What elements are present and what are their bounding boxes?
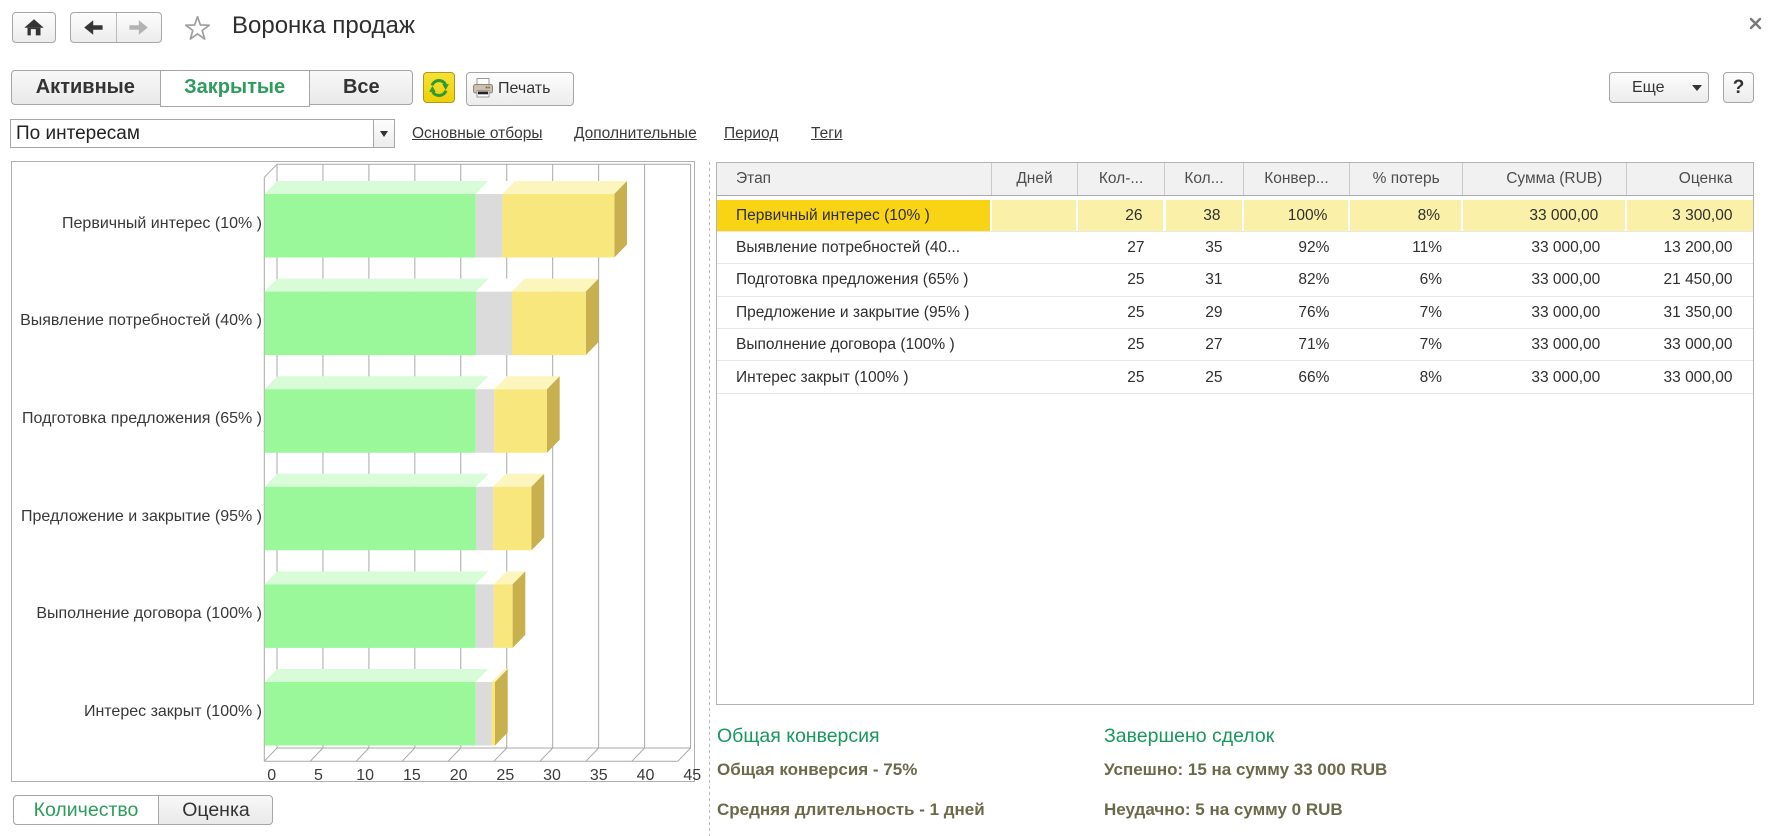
svg-text:10: 10 — [356, 767, 374, 784]
svg-text:30: 30 — [543, 767, 561, 784]
svg-text:40: 40 — [637, 767, 655, 784]
svg-text:45: 45 — [683, 767, 701, 784]
svg-text:25: 25 — [496, 767, 514, 784]
svg-text:35: 35 — [590, 767, 608, 784]
svg-text:0: 0 — [267, 767, 276, 784]
svg-text:15: 15 — [403, 767, 421, 784]
svg-text:20: 20 — [450, 767, 468, 784]
svg-text:5: 5 — [314, 767, 323, 784]
